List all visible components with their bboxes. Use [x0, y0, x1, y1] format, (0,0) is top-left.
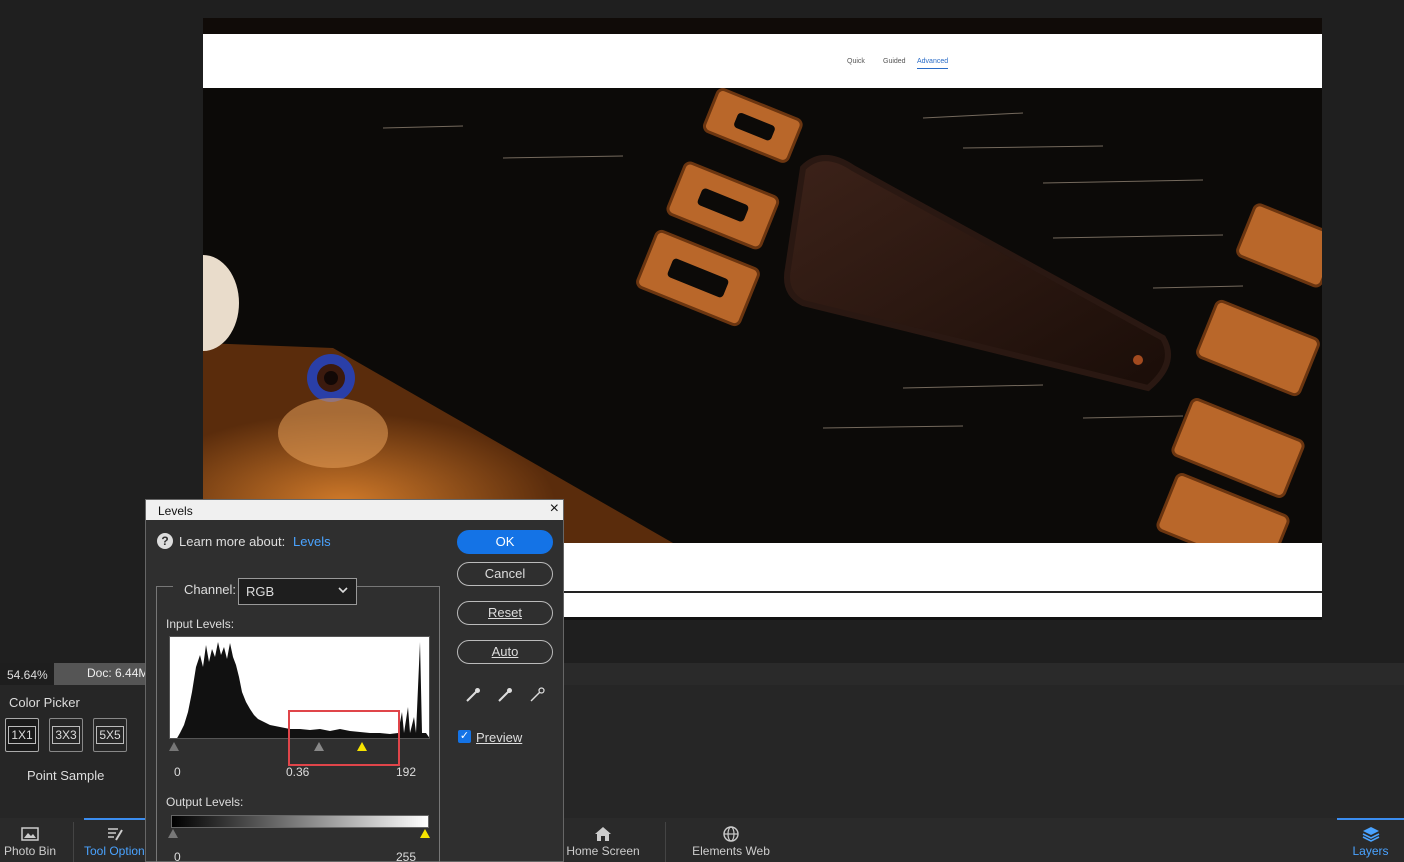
tool-options-button[interactable]: Tool Options	[84, 818, 146, 862]
preview-text: Preview	[476, 730, 523, 745]
chevron-down-icon	[337, 583, 349, 600]
preview-label[interactable]: Preview	[476, 730, 522, 745]
tab-advanced[interactable]: Advanced	[917, 58, 949, 69]
zoom-level[interactable]: 54.64%	[0, 663, 54, 685]
photo-bin-button[interactable]: Photo Bin	[0, 818, 60, 862]
dialog-titlebar[interactable]: Levels ×	[146, 500, 563, 520]
layers-icon	[1337, 818, 1404, 844]
reset-label: Reset	[488, 605, 522, 620]
document-size-info[interactable]: Doc: 6.44M	[54, 663, 154, 685]
highlight-box	[288, 710, 400, 766]
channel-value: RGB	[246, 584, 275, 599]
preview-checkbox[interactable]: ✓	[458, 730, 471, 743]
home-screen-button[interactable]: Home Screen	[563, 818, 643, 862]
channel-label: Channel:	[173, 582, 241, 597]
levels-dialog: Levels × ? Learn more about: Levels Chan…	[145, 499, 564, 862]
home-screen-label: Home Screen	[566, 844, 640, 858]
tool-options-icon	[84, 818, 146, 844]
photo-bin-label: Photo Bin	[3, 844, 57, 858]
elements-web-button[interactable]: Elements Web	[686, 818, 776, 862]
dialog-title: Levels	[158, 504, 193, 518]
layers-button[interactable]: Layers	[1337, 818, 1404, 862]
sample-5x5-button[interactable]: 5X5	[93, 718, 127, 752]
home-icon	[563, 818, 643, 844]
auto-button[interactable]: Auto	[457, 640, 553, 664]
cancel-button[interactable]: Cancel	[457, 562, 553, 586]
image-icon	[0, 818, 60, 844]
point-sample-label: Point Sample	[27, 768, 105, 783]
globe-icon	[686, 818, 776, 844]
input-levels-label: Input Levels:	[166, 617, 235, 631]
layers-label: Layers	[1352, 844, 1389, 858]
reset-button[interactable]: Reset	[457, 601, 553, 625]
gray-eyedropper-icon[interactable]	[496, 686, 514, 704]
output-levels-label: Output Levels:	[166, 795, 244, 809]
output-black-value[interactable]: 0	[174, 850, 181, 862]
output-white-value[interactable]: 255	[396, 850, 416, 862]
input-gamma-value[interactable]: 0.36	[286, 765, 309, 779]
tab-quick[interactable]: Quick	[847, 58, 865, 65]
app-window: Quick Guided Advanced 54.64% Doc: 6.44M …	[0, 0, 1404, 862]
elements-web-label: Elements Web	[692, 844, 770, 858]
black-eyedropper-icon[interactable]	[464, 686, 482, 704]
output-black-slider[interactable]	[168, 829, 178, 838]
ok-button[interactable]: OK	[457, 530, 553, 554]
document-mode-tabs: Quick Guided Advanced	[203, 34, 1322, 88]
auto-label: Auto	[491, 644, 519, 659]
tool-title: Color Picker	[9, 695, 80, 710]
tab-guided[interactable]: Guided	[883, 58, 906, 65]
bottom-divider	[73, 822, 74, 862]
sample-3x3-label: 3X3	[52, 726, 80, 744]
sample-5x5-label: 5X5	[96, 726, 124, 744]
output-white-slider[interactable]	[420, 829, 430, 838]
document-photo	[203, 88, 1322, 543]
input-black-slider[interactable]	[169, 742, 179, 751]
input-black-value[interactable]: 0	[174, 765, 181, 779]
photo-image	[203, 88, 1322, 543]
close-icon[interactable]: ×	[550, 500, 559, 518]
sample-3x3-button[interactable]: 3X3	[49, 718, 83, 752]
learn-more-link[interactable]: Levels	[293, 534, 331, 549]
sample-1x1-button[interactable]: 1X1	[5, 718, 39, 752]
input-white-value[interactable]: 192	[396, 765, 416, 779]
document-top-strip	[203, 18, 1322, 34]
learn-more-label: Learn more about:	[179, 534, 286, 549]
channel-dropdown[interactable]: RGB	[238, 578, 357, 605]
bottom-divider	[665, 822, 666, 862]
white-eyedropper-icon[interactable]	[528, 686, 546, 704]
help-icon[interactable]: ?	[157, 533, 173, 549]
output-gradient	[171, 815, 429, 828]
sample-1x1-label: 1X1	[8, 726, 36, 744]
tool-options-label: Tool Options	[84, 844, 146, 858]
